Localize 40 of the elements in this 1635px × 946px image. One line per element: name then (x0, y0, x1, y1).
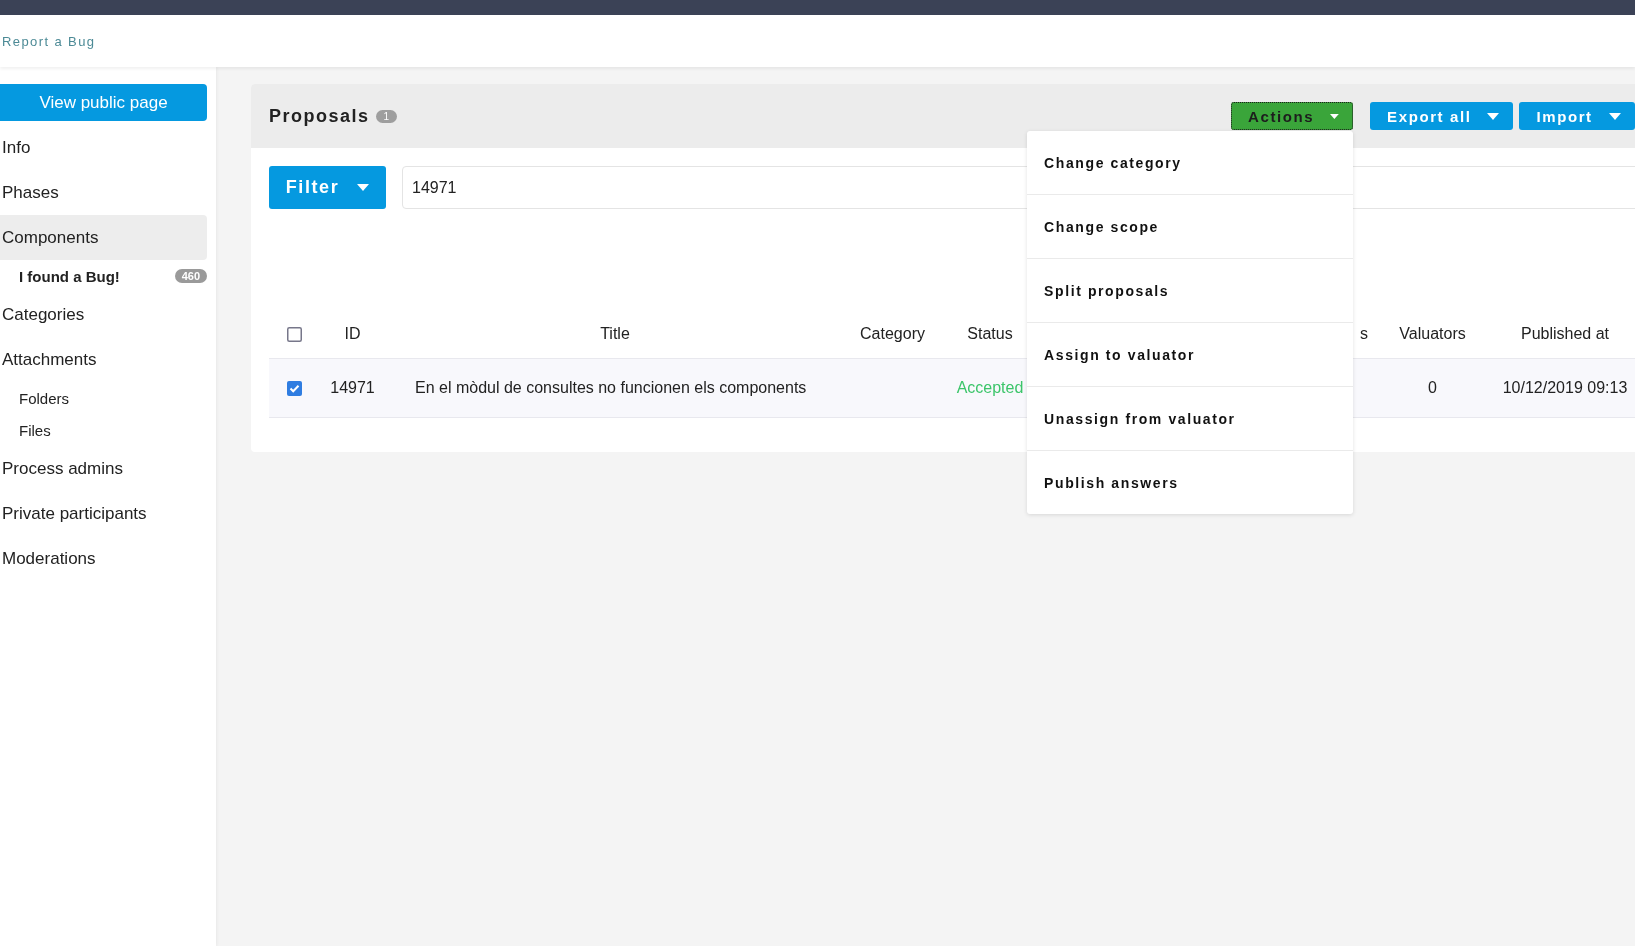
count-badge: 1 (375, 109, 398, 123)
sidebar-item[interactable]: Moderations (0, 536, 207, 581)
column-header: Status (967, 325, 1013, 343)
menu-item[interactable]: Change scope (1027, 195, 1354, 259)
table-cell: En el mòdul de consultes no funcionen els components (415, 379, 807, 397)
checkbox[interactable] (287, 380, 302, 396)
menu-item[interactable]: Publish answers (1027, 451, 1354, 514)
caret-icon (1608, 112, 1621, 120)
table-cell: 14971 (330, 379, 375, 397)
count-badge: 460 (174, 269, 207, 283)
subitem-label: Folders (19, 389, 71, 407)
caret-icon (1487, 112, 1500, 120)
actions-button[interactable]: Actions (1231, 102, 1354, 130)
sidebar-item[interactable]: Process admins (0, 446, 207, 491)
sidebar-subitem[interactable]: I found a Bug! 460 (0, 260, 207, 292)
column-header: Title (600, 325, 630, 343)
checkbox[interactable] (287, 326, 302, 342)
column-header: s (1360, 325, 1368, 343)
sidebar-subitem[interactable]: Folders (0, 382, 207, 414)
sidebar-subitem[interactable]: Files (0, 414, 207, 446)
subitem-label: Files (19, 421, 52, 439)
caret-icon (357, 184, 370, 191)
table-cell: 10/12/2019 09:13 (1502, 379, 1628, 397)
report-bug-link[interactable]: Report a Bug (2, 33, 96, 49)
column-header: Valuators (1399, 325, 1466, 343)
sidebar-item[interactable]: Attachments (0, 337, 207, 382)
column-header: ID (344, 325, 361, 343)
sidebar-item[interactable]: Phases (0, 170, 207, 215)
status-text: Accepted (956, 379, 1024, 397)
menu-item[interactable]: Split proposals (1027, 259, 1354, 323)
sidebar-item[interactable]: Categories (0, 292, 207, 337)
caret-icon (1330, 112, 1340, 120)
table-cell: 0 (1428, 379, 1437, 397)
column-header: Category (860, 325, 925, 343)
column-header: Published at (1520, 325, 1610, 343)
sidebar-item[interactable]: Private participants (0, 491, 207, 536)
sidebar-item[interactable]: Components (0, 215, 207, 260)
card-title: Proposals (269, 105, 370, 127)
sidebar-item[interactable]: Info (0, 125, 207, 170)
subitem-label: I found a Bug! (19, 267, 121, 285)
